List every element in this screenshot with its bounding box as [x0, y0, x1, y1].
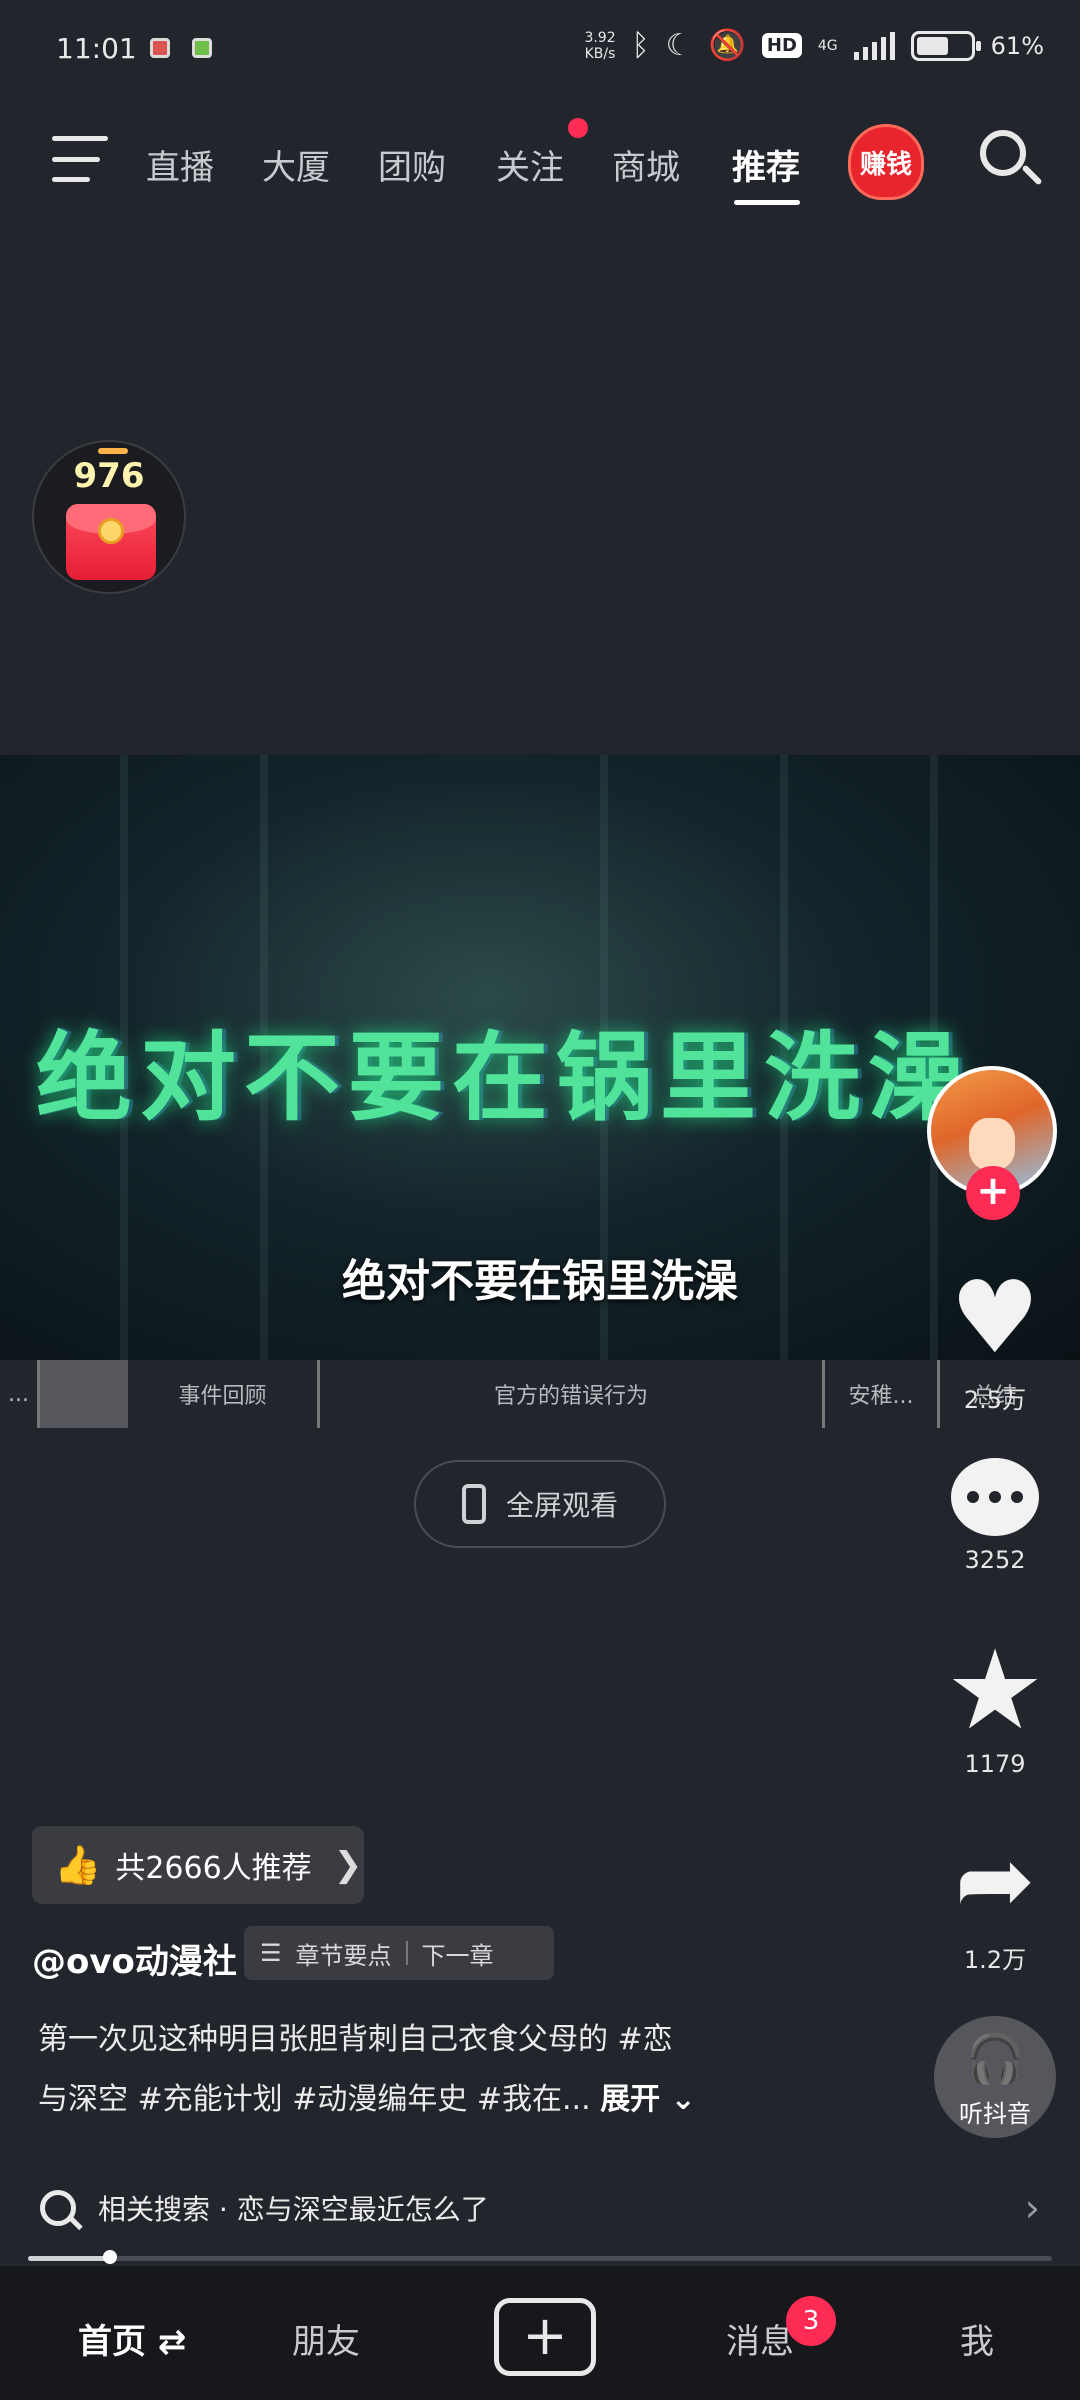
- red-packet-count: 976: [73, 456, 145, 496]
- like-count-wrap: 2.5万: [945, 1370, 1045, 1415]
- bluetooth-icon: ᛒ: [631, 28, 650, 63]
- comment-icon: [951, 1458, 1039, 1536]
- progress-knob[interactable]: [102, 2250, 117, 2264]
- video-overlay-title: 绝对不要在锅里洗澡: [36, 1022, 972, 1134]
- tab-group-buy[interactable]: 团购: [378, 140, 446, 189]
- bottom-nav: 首页 ⇄ 朋友 + 消息 3 我: [0, 2266, 1080, 2400]
- rotate-phone-icon: [461, 1484, 486, 1524]
- nav-home[interactable]: 首页 ⇄: [78, 2314, 186, 2363]
- comment-button[interactable]: 3252: [945, 1458, 1045, 1574]
- follow-plus-button[interactable]: +: [966, 1166, 1020, 1220]
- chapter-segment[interactable]: 官方的错误行为: [320, 1360, 825, 1428]
- app-notification-icon: [192, 38, 212, 58]
- fullscreen-label: 全屏观看: [505, 1489, 618, 1522]
- nav-messages[interactable]: 消息: [726, 2314, 794, 2363]
- chevron-right-icon: ❯: [333, 1845, 363, 1885]
- like-count: 2.5万: [963, 1386, 1027, 1414]
- heart-icon: ♥: [950, 1259, 1040, 1376]
- red-packet-widget[interactable]: 976: [32, 440, 186, 594]
- notification-icons: [150, 38, 212, 58]
- video-player[interactable]: 绝对不要在锅里洗澡 绝对不要在锅里洗澡: [0, 755, 1080, 1360]
- headphones-icon: 🎧: [965, 2031, 1025, 2087]
- status-time: 11:01: [56, 32, 137, 65]
- tab-mall[interactable]: 商城: [612, 140, 680, 189]
- share-button[interactable]: ➦ 1.2万: [945, 1830, 1045, 1975]
- progress-fill: [28, 2256, 110, 2261]
- chapter-segment[interactable]: 事件回顾: [128, 1360, 320, 1428]
- search-icon: [40, 2190, 76, 2226]
- signal-icon: [853, 31, 895, 60]
- like-button[interactable]: ♥: [945, 1268, 1045, 1368]
- bell-muted-icon: 🔕: [708, 28, 746, 63]
- list-icon: ☰: [260, 1939, 282, 1967]
- video-subtitle: 绝对不要在锅里洗澡: [342, 1256, 738, 1307]
- moon-icon: ☾: [665, 28, 693, 63]
- chapter-played: [40, 1360, 128, 1428]
- comment-count: 3252: [964, 1546, 1026, 1574]
- related-search-text: 相关搜索 · 恋与深空最近怎么了: [98, 2193, 489, 2226]
- favorite-count: 1179: [964, 1750, 1026, 1778]
- chevron-right-icon: ›: [1024, 2186, 1040, 2230]
- active-tab-indicator: [734, 200, 800, 205]
- recommend-count: 共2666人推荐: [115, 1851, 312, 1886]
- favorite-button[interactable]: ★ 1179: [945, 1626, 1045, 1778]
- following-dot: [568, 118, 588, 138]
- nav-me[interactable]: 我: [960, 2314, 994, 2363]
- share-arrow-icon: ➦: [954, 1824, 1036, 1936]
- tab-recommend[interactable]: 推荐: [732, 140, 800, 189]
- chapter-strip: ... 事件回顾 官方的错误行为 安稚... 总结: [0, 1360, 1080, 1428]
- next-chapter-label[interactable]: 下一章: [422, 1936, 494, 1971]
- messages-badge: 3: [786, 2296, 836, 2346]
- progress-arc: [98, 448, 128, 454]
- menu-icon[interactable]: [52, 136, 108, 182]
- video-description[interactable]: 第一次见这种明目张胆背刺自己衣食父母的 #恋 与深空 #充能计划 #动漫编年史 …: [38, 2010, 818, 2130]
- recommend-pill[interactable]: 👍 共2666人推荐 ❯: [32, 1826, 364, 1904]
- description-line: 与深空 #充能计划 #动漫编年史 #我在...: [38, 2082, 591, 2117]
- fullscreen-button[interactable]: 全屏观看: [414, 1460, 666, 1548]
- listen-button[interactable]: 🎧 听抖音: [934, 2016, 1056, 2138]
- listen-label: 听抖音: [959, 2100, 1031, 2128]
- earn-money-button[interactable]: 赚钱: [848, 124, 924, 200]
- nav-friends[interactable]: 朋友: [292, 2314, 360, 2363]
- top-nav: 直播 大厦 团购 关注 商城 推荐 赚钱: [0, 110, 1080, 210]
- tab-building[interactable]: 大厦: [262, 140, 330, 189]
- playback-progress-bar[interactable]: [28, 2250, 1052, 2264]
- status-bar: 11:01 3.92 KB/s ᛒ ☾ 🔕 HD 4G 61%: [0, 0, 1080, 100]
- network-type: 4G: [817, 37, 838, 54]
- description-line: 第一次见这种明目张胆背刺自己衣食父母的 #恋: [38, 2022, 673, 2057]
- app-notification-icon: [150, 38, 170, 58]
- tab-following[interactable]: 关注: [496, 140, 564, 189]
- share-count: 1.2万: [963, 1946, 1027, 1974]
- author-name[interactable]: @ovo动漫社: [32, 1934, 237, 1983]
- create-plus-button[interactable]: +: [494, 2298, 596, 2376]
- star-icon: ★: [945, 1626, 1045, 1754]
- battery-percent: 61%: [990, 31, 1044, 60]
- hd-icon: HD: [761, 33, 802, 58]
- chapter-points-pill[interactable]: ☰ 章节要点 下一章: [244, 1926, 554, 1980]
- search-icon[interactable]: [980, 130, 1043, 190]
- network-speed: 3.92 KB/s: [584, 29, 616, 62]
- tab-live[interactable]: 直播: [146, 140, 214, 189]
- thumbs-up-icon: 👍: [54, 1842, 102, 1887]
- chapter-segment[interactable]: ...: [0, 1360, 40, 1428]
- expand-button[interactable]: 展开 ⌄: [600, 2082, 696, 2117]
- red-envelope-icon: [66, 504, 156, 580]
- chapter-segment[interactable]: 安稚...: [825, 1360, 940, 1428]
- related-search-bar[interactable]: 相关搜索 · 恋与深空最近怎么了 ›: [0, 2172, 1080, 2244]
- chapter-points-label[interactable]: 章节要点: [296, 1936, 392, 1971]
- battery-icon: [910, 30, 981, 61]
